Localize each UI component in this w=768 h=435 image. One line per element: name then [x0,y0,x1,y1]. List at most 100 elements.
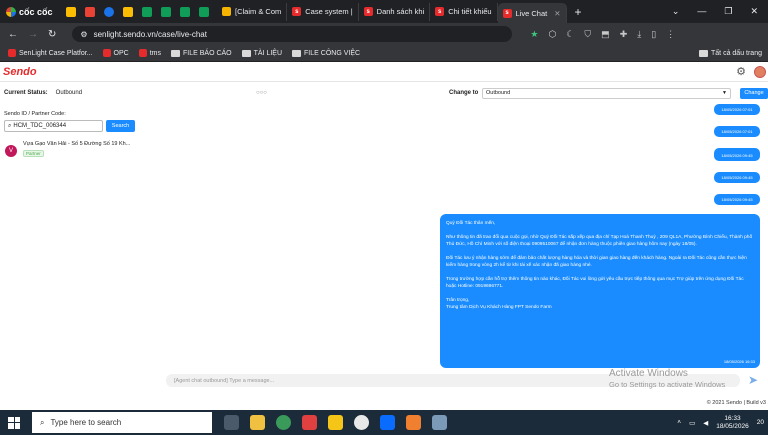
forward-icon[interactable]: → [28,29,38,40]
sendo-favicon-icon [138,49,147,57]
app-icon[interactable] [406,415,421,430]
tab-case-system[interactable]: s Case system | [287,2,359,21]
bookmark-tms[interactable]: tms [138,49,161,57]
gear-icon[interactable]: ⚙ [736,65,746,78]
sendo-logo[interactable]: Sendo [0,66,37,78]
site-info-icon[interactable]: ⚙ [80,30,87,39]
new-tab-icon[interactable]: + [567,5,590,19]
url-text: senlight.sendo.vn/case/live-chat [93,29,207,39]
url-field[interactable]: ⚙ senlight.sendo.vn/case/live-chat [72,26,513,42]
drive-icon[interactable] [66,6,76,17]
close-window-icon[interactable]: ✕ [750,6,758,17]
zalo-icon[interactable] [380,415,395,430]
bookmark-folder-cong-viec[interactable]: FILE CÔNG VIỆC [292,49,361,57]
notification-badge[interactable]: 20 [757,419,764,426]
chat-message-long: Quý Đối Tác thân mến, Như thông tin đã t… [440,214,760,368]
darkmode-icon[interactable]: ☾ [566,29,574,40]
sheets-icon[interactable] [199,6,209,17]
app-icon[interactable] [432,415,447,430]
dropdown-icon[interactable]: ⌄ [672,6,680,17]
sticky-notes-icon[interactable] [328,415,343,430]
browser-brand-label: cốc cốc [19,6,53,17]
tab-label: Danh sách khi [376,7,425,16]
sendo-favicon-icon: s [292,7,302,16]
coccoc-browser-icon[interactable] [276,415,291,430]
sendo-favicon-icon: s [363,7,373,16]
bookmark-label: TÀI LIỆU [253,49,283,57]
send-icon[interactable]: ➤ [748,373,758,387]
task-view-icon[interactable] [224,415,239,430]
back-icon[interactable]: ← [8,29,18,40]
tab-danh-sach[interactable]: s Danh sách khi [359,2,431,21]
vpn-icon[interactable]: ⬡ [548,29,556,40]
change-button[interactable]: Change [740,87,768,99]
wps-icon[interactable] [302,415,317,430]
sheets-icon[interactable] [142,6,152,17]
partner-list-item[interactable]: V Vựa Gạo Văn Hải - Số 5 Đường Số 19 Kh.… [5,141,165,161]
shield-icon[interactable]: ⛉ [584,29,591,40]
messenger-icon[interactable] [104,6,114,17]
all-bookmarks[interactable]: Tất cả dấu trang [699,49,768,57]
chrome-icon[interactable] [354,415,369,430]
puzzle-icon[interactable]: ✚ [620,29,628,40]
sendo-favicon-icon [8,49,16,57]
apps-icon[interactable] [123,6,133,17]
folder-icon [171,49,180,57]
partner-name: Vựa Gạo Văn Hải - Số 5 Đường Số 19 Kh... [23,141,131,147]
sendo-favicon-icon: s [435,7,445,16]
activation-watermark: Activate Windows Go to Settings to activ… [609,368,725,389]
browser-brand[interactable]: cốc cốc [0,6,62,17]
search-input-value: HCM_TDC_006344 [13,123,67,129]
menu-icon[interactable]: ⋮ [666,29,675,40]
file-explorer-icon[interactable] [250,415,265,430]
windows-start-icon[interactable] [8,416,20,429]
chat-area: 18/05/2026 07:01 18/05/2026 07:01 18/05/… [170,102,768,370]
search-icon: ⌕ [8,122,12,129]
tray-arrow-icon[interactable]: ˄ [677,419,681,426]
address-bar-actions: ★ ⬡ ☾ ⛉ ⬒ ✚ ⤓ ▯ ⋮ [530,29,675,40]
app-header: Sendo ⚙ [0,62,768,82]
bookmark-folder-tai-lieu[interactable]: TÀI LIỆU [241,49,283,57]
close-tab-icon[interactable]: ✕ [554,9,560,18]
watermark-line1: Activate Windows [609,368,688,379]
network-icon[interactable]: ▭ [689,419,695,427]
partner-tag: Partner [23,150,44,157]
tab-label: [Claim & Com [235,7,282,16]
reload-icon[interactable]: ↻ [48,29,56,40]
window-controls: ⌄ — ❐ ✕ [672,6,768,17]
current-status-label: Current Status: [4,90,48,96]
volume-icon[interactable]: ◀ [703,419,708,427]
taskbar-search[interactable]: ⌕ Type here to search [32,412,212,433]
chevron-down-icon: ▼ [722,90,727,96]
bookmark-folder-bao-cao[interactable]: FILE BÁO CÁO [171,49,232,57]
message-paragraph: Trân trọng, Trung tâm Dịch Vụ Khách Hàng… [446,298,552,310]
sheets-icon[interactable] [180,6,190,17]
gmail-icon[interactable] [85,6,95,17]
tab-live-chat[interactable]: s Live Chat ✕ [497,3,567,23]
search-label: Sendo ID / Partner Code: [4,111,66,117]
tab-chi-tiet[interactable]: s Chi tiết khiếu [430,2,498,21]
address-bar: ← → ↻ ⚙ senlight.sendo.vn/case/live-chat… [0,23,768,45]
partner-search-input[interactable]: ⌕ HCM_TDC_006344 [4,120,103,132]
avatar[interactable] [754,65,766,78]
restore-icon[interactable]: ❐ [724,6,732,17]
bookmark-label: FILE CÔNG VIỆC [304,49,361,57]
extension-icon[interactable]: ⬒ [601,29,610,40]
tab-claim[interactable]: [Claim & Com [217,2,288,21]
bookmark-opc[interactable]: OPC [102,49,129,57]
bookmark-label: OPC [113,49,129,57]
claim-favicon-icon [222,7,231,16]
bookmark-star-icon[interactable]: ★ [530,29,538,40]
taskbar-search-placeholder: Type here to search [50,418,122,427]
message-paragraph: Quý Đối Tác thân mến, [446,221,496,226]
minimize-icon[interactable]: — [697,6,706,17]
sheets-icon[interactable] [161,6,171,17]
bookmark-senlight[interactable]: SenLight Case Platfor... [8,49,93,57]
bookmarks-bar: SenLight Case Platfor... OPC tms FILE BÁ… [0,45,768,62]
search-button[interactable]: Search [106,120,135,132]
status-row: Current Status: Outbound ○○○ Change to O… [0,84,768,102]
taskbar-clock[interactable]: 16:33 18/05/2026 [716,415,749,431]
download-icon[interactable]: ⤓ [637,29,641,40]
sidebar-icon[interactable]: ▯ [651,29,656,40]
status-select[interactable]: Outbound ▼ [482,87,731,99]
